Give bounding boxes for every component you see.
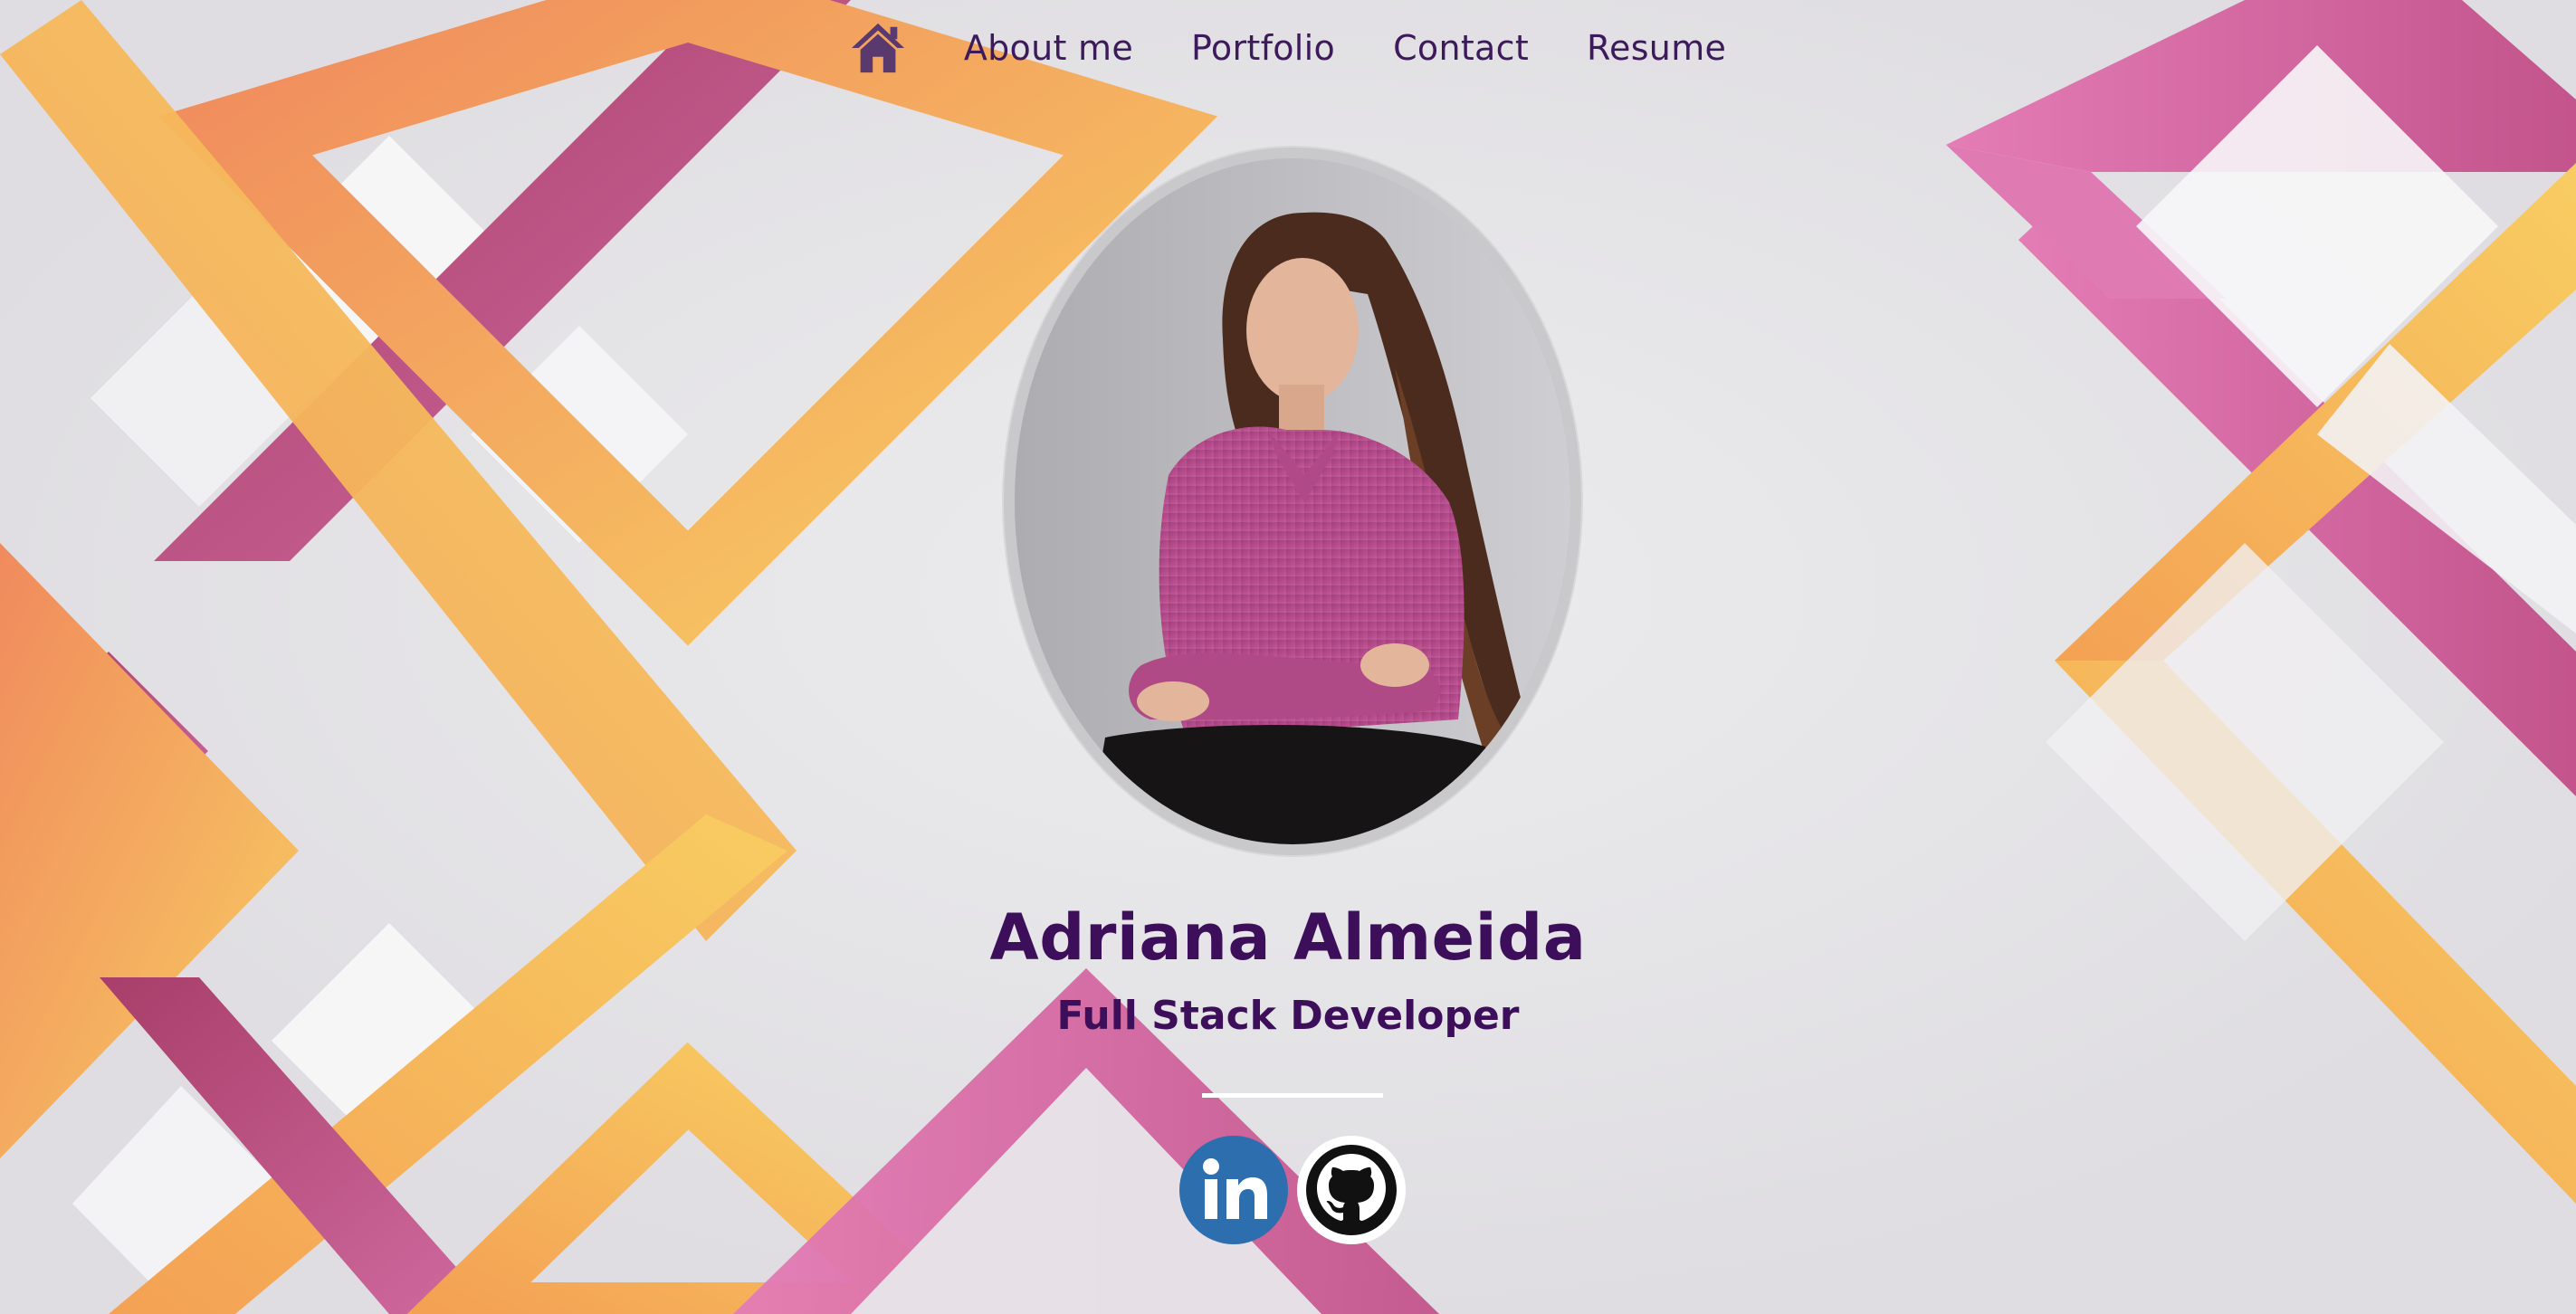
profile-name: Adriana Almeida <box>989 900 1587 975</box>
divider <box>1202 1093 1383 1098</box>
profile-photo <box>1015 158 1570 844</box>
nav-resume[interactable]: Resume <box>1587 28 1726 68</box>
profile-role: Full Stack Developer <box>1056 993 1520 1039</box>
portrait-photo <box>1015 158 1570 844</box>
profile-photo-frame <box>1004 148 1581 855</box>
main-nav: About me Portfolio Contact Resume <box>0 16 2576 80</box>
linkedin-icon <box>1181 1138 1286 1243</box>
house-icon <box>851 23 904 73</box>
social-links <box>1179 1136 1406 1244</box>
home-link[interactable] <box>850 20 906 76</box>
github-icon <box>1299 1138 1404 1243</box>
nav-about-me[interactable]: About me <box>964 28 1133 68</box>
nav-contact[interactable]: Contact <box>1393 28 1529 68</box>
linkedin-link[interactable] <box>1179 1136 1288 1244</box>
github-link[interactable] <box>1297 1136 1406 1244</box>
nav-portfolio[interactable]: Portfolio <box>1191 28 1335 68</box>
